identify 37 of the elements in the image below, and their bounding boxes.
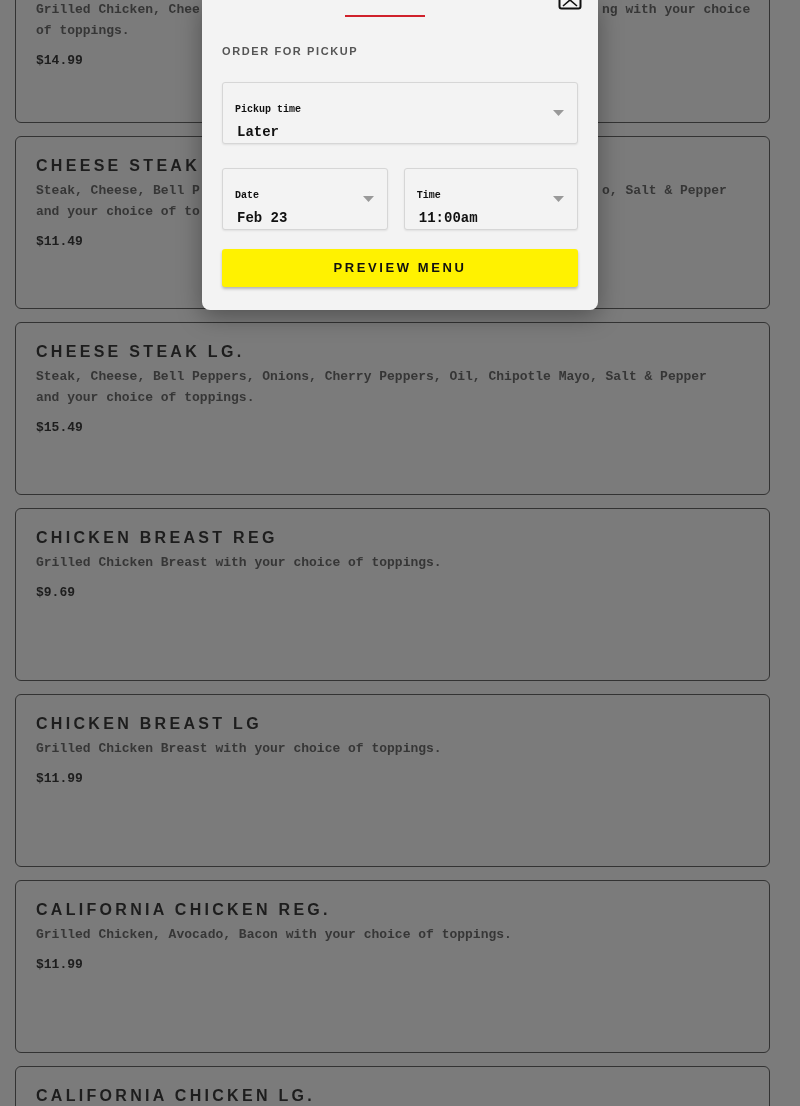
item-description: Steak, Cheese, Bell Peppers, Onions, Cherry Peppers, Oil, Chipotle Mayo, Salt & Pepper: [36, 369, 707, 384]
item-price: $11.49: [36, 233, 83, 251]
item-description: and your choice of toppings.: [36, 390, 255, 405]
field-label: Pickup time: [235, 104, 301, 116]
field-label: Time: [416, 190, 441, 202]
item-description: ng with your choice: [602, 1, 751, 19]
select-field[interactable]: Pickup time Later: [222, 82, 578, 144]
item-description: Steak, Cheese, Bell P: [36, 183, 200, 198]
item-price: $15.49: [36, 419, 83, 437]
item-title: CALIFORNIA CHICKEN LG.: [36, 1086, 317, 1106]
select-field[interactable]: Time 11:00am: [403, 168, 578, 230]
item-description: Grilled Chicken Breast with your choice of toppings.: [36, 555, 442, 570]
item-price: $14.99: [36, 52, 83, 70]
field-label: Date: [235, 190, 259, 202]
caret-icon: [362, 196, 374, 202]
select-field[interactable]: Date Feb 23: [222, 168, 388, 230]
field-value: 11:00am: [417, 210, 478, 227]
item-price: $11.99: [36, 956, 83, 974]
item-description: Grilled Chicken Breast with your choice of toppings.: [36, 741, 442, 756]
item-price: $9.69: [36, 584, 75, 602]
item-title: CHICKEN BREAST LG: [36, 714, 263, 734]
item-price: $11.99: [36, 770, 83, 788]
item-description: Grilled Chicken, Avocado, Bacon with your choice of toppings.: [36, 927, 512, 942]
item-title: CHEESE STEAK LG.: [36, 342, 246, 362]
item-title: CHEESE STEAK: [36, 156, 202, 176]
item-description: o, Salt & Pepper: [602, 182, 727, 200]
caret-icon: [553, 110, 564, 116]
item-description: Grilled Chicken, Chee: [36, 2, 200, 17]
preview-menu-button[interactable]: PREVIEW MENU: [222, 249, 578, 287]
item-title: CALIFORNIA CHICKEN REG.: [36, 900, 332, 920]
item-description: of toppings.: [36, 23, 130, 38]
dialog-heading: ORDER FOR PICKUP: [222, 45, 359, 58]
item-title: CHICKEN BREAST REG: [36, 528, 279, 548]
field-value: Feb 23: [236, 210, 288, 227]
caret-icon: [553, 196, 564, 202]
field-value: Later: [236, 124, 279, 141]
item-description: and your choice of to: [36, 204, 200, 219]
